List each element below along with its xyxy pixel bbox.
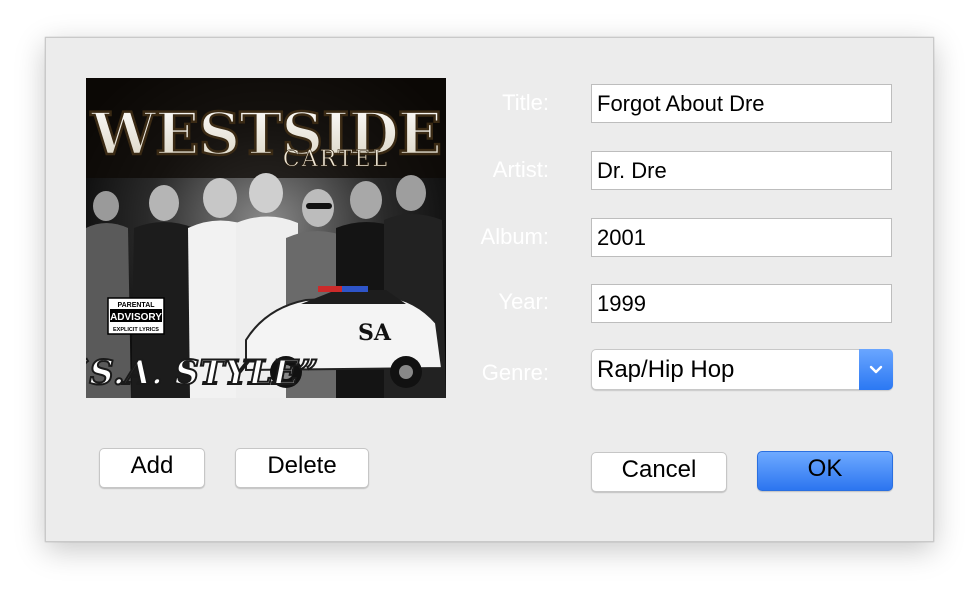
svg-text:EXPLICIT LYRICS: EXPLICIT LYRICS — [113, 327, 159, 333]
year-field[interactable]: 1999 — [591, 284, 892, 323]
genre-select[interactable]: Rap/Hip Hop — [591, 349, 893, 390]
parental-advisory-label: PARENTAL ADVISORY EXPLICIT LYRICS — [107, 297, 165, 335]
album-field[interactable]: 2001 — [591, 218, 892, 257]
title-label: Title: — [502, 90, 549, 115]
edit-song-dialog: SA WESTSIDE CARTEL PARENTAL ADVISORY EXP… — [45, 37, 934, 542]
svg-text:ADVISORY: ADVISORY — [110, 312, 162, 323]
genre-select-value: Rap/Hip Hop — [597, 356, 735, 383]
album-artwork[interactable]: SA WESTSIDE CARTEL PARENTAL ADVISORY EXP… — [86, 78, 446, 398]
artwork-bottom-text: “S.A. STYLE” — [86, 353, 318, 393]
genre-label: Genre: — [481, 360, 549, 385]
year-label: Year: — [498, 289, 549, 314]
chevron-down-icon[interactable] — [859, 349, 893, 390]
svg-text:SA: SA — [358, 320, 392, 346]
delete-button[interactable]: Delete — [235, 448, 369, 488]
ok-button[interactable]: OK — [757, 451, 893, 491]
add-button[interactable]: Add — [99, 448, 205, 488]
album-label: Album: — [480, 224, 549, 249]
artist-label: Artist: — [492, 157, 549, 182]
artist-field[interactable]: Dr. Dre — [591, 151, 892, 190]
svg-text:PARENTAL: PARENTAL — [117, 302, 155, 309]
title-field[interactable]: Forgot About Dre — [591, 84, 892, 123]
artwork-subtitle-text: CARTEL — [283, 147, 389, 172]
cancel-button[interactable]: Cancel — [591, 452, 727, 492]
